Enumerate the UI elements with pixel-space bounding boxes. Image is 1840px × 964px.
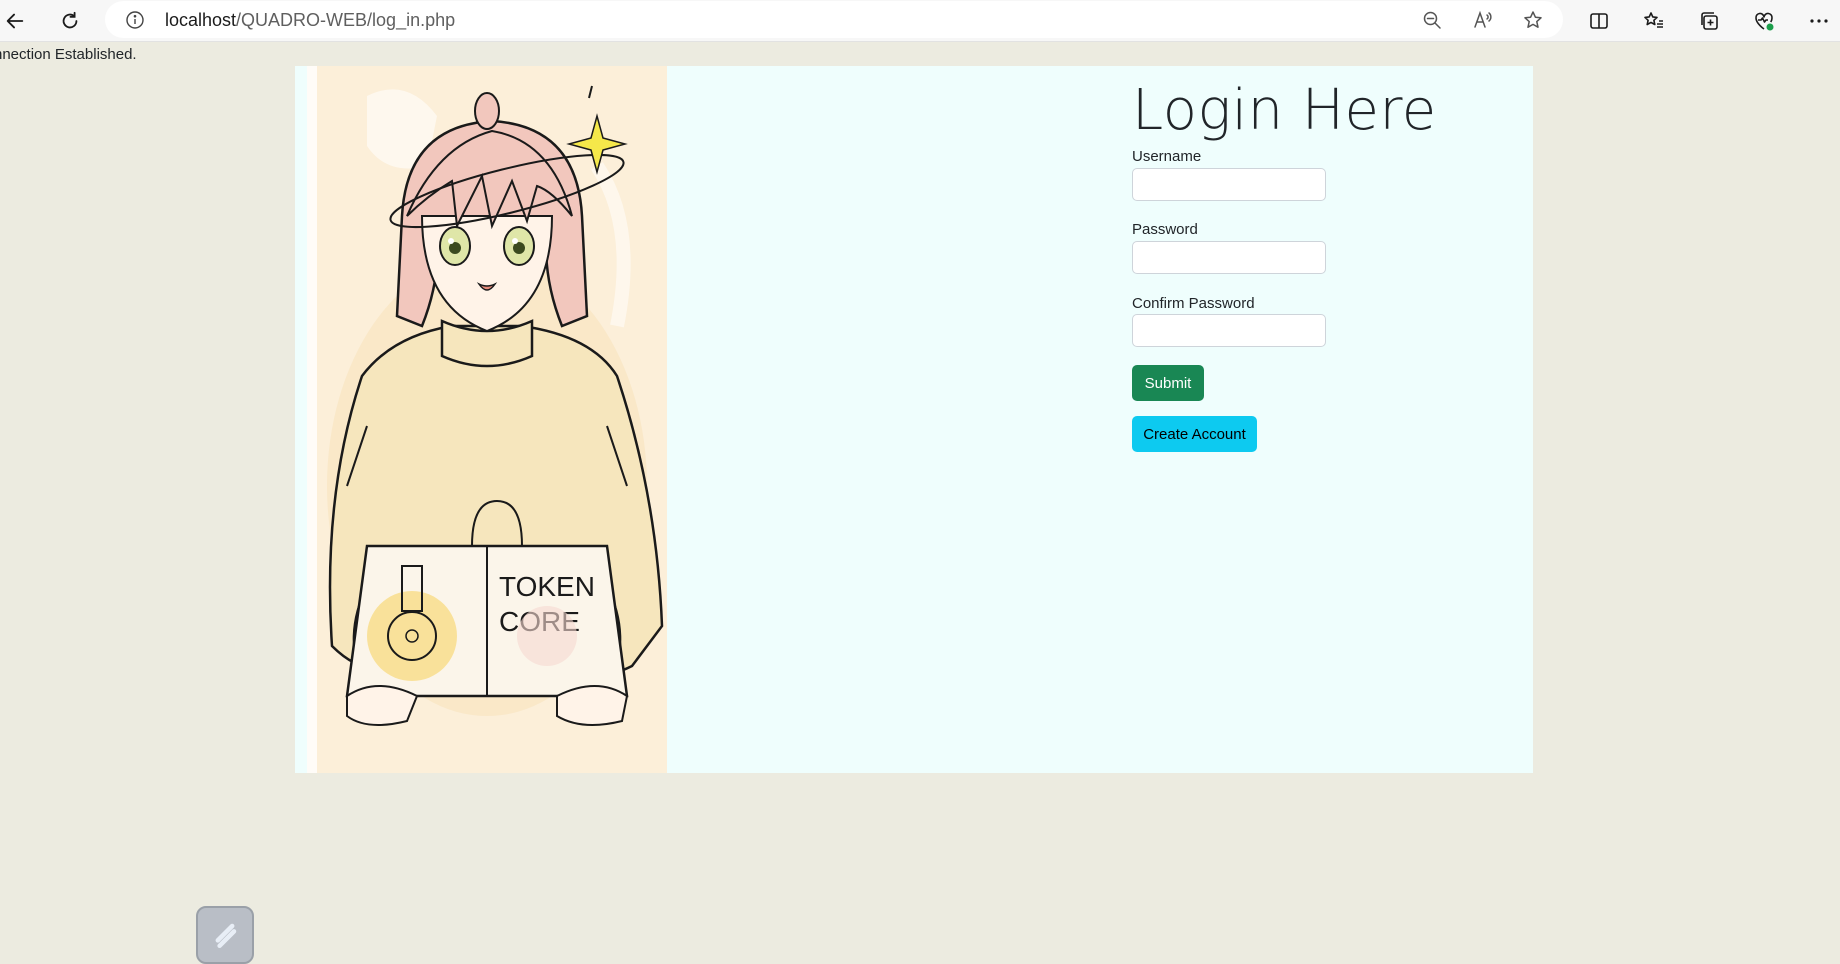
- browser-essentials-icon[interactable]: [1752, 9, 1776, 33]
- favorite-star-icon[interactable]: [1522, 9, 1544, 31]
- info-icon[interactable]: [125, 10, 145, 30]
- create-account-button[interactable]: Create Account: [1132, 416, 1257, 452]
- favorites-list-icon[interactable]: [1642, 9, 1666, 33]
- username-input[interactable]: [1132, 168, 1326, 201]
- address-bar[interactable]: localhost/QUADRO-WEB/log_in.php: [105, 1, 1563, 38]
- collections-icon[interactable]: [1697, 9, 1721, 33]
- app-launcher-icon[interactable]: [196, 906, 254, 964]
- zoom-out-icon[interactable]: [1421, 9, 1443, 31]
- refresh-icon[interactable]: [55, 6, 85, 36]
- password-label: Password: [1132, 221, 1198, 238]
- username-label: Username: [1132, 148, 1202, 165]
- login-card: TOKEN CORE Login Here Username Password …: [295, 66, 1533, 773]
- url-path: /QUADRO-WEB/log_in.php: [236, 10, 456, 30]
- read-aloud-icon[interactable]: [1472, 9, 1494, 31]
- more-menu-icon[interactable]: [1807, 9, 1831, 33]
- hero-illustration: TOKEN CORE: [307, 66, 667, 773]
- submit-button[interactable]: Submit: [1132, 365, 1204, 401]
- bag-logo-line1: TOKEN: [499, 571, 595, 602]
- browser-toolbar: localhost/QUADRO-WEB/log_in.php: [0, 0, 1840, 42]
- back-arrow-icon[interactable]: [0, 6, 30, 36]
- login-title: Login Here: [1132, 78, 1437, 143]
- split-screen-icon[interactable]: [1587, 9, 1611, 33]
- confirm-password-label: Confirm Password: [1132, 295, 1255, 312]
- connection-status: nnection Established.: [0, 46, 137, 63]
- url-text[interactable]: localhost/QUADRO-WEB/log_in.php: [165, 10, 455, 30]
- confirm-password-input[interactable]: [1132, 314, 1326, 347]
- url-host: localhost: [165, 10, 237, 30]
- password-input[interactable]: [1132, 241, 1326, 274]
